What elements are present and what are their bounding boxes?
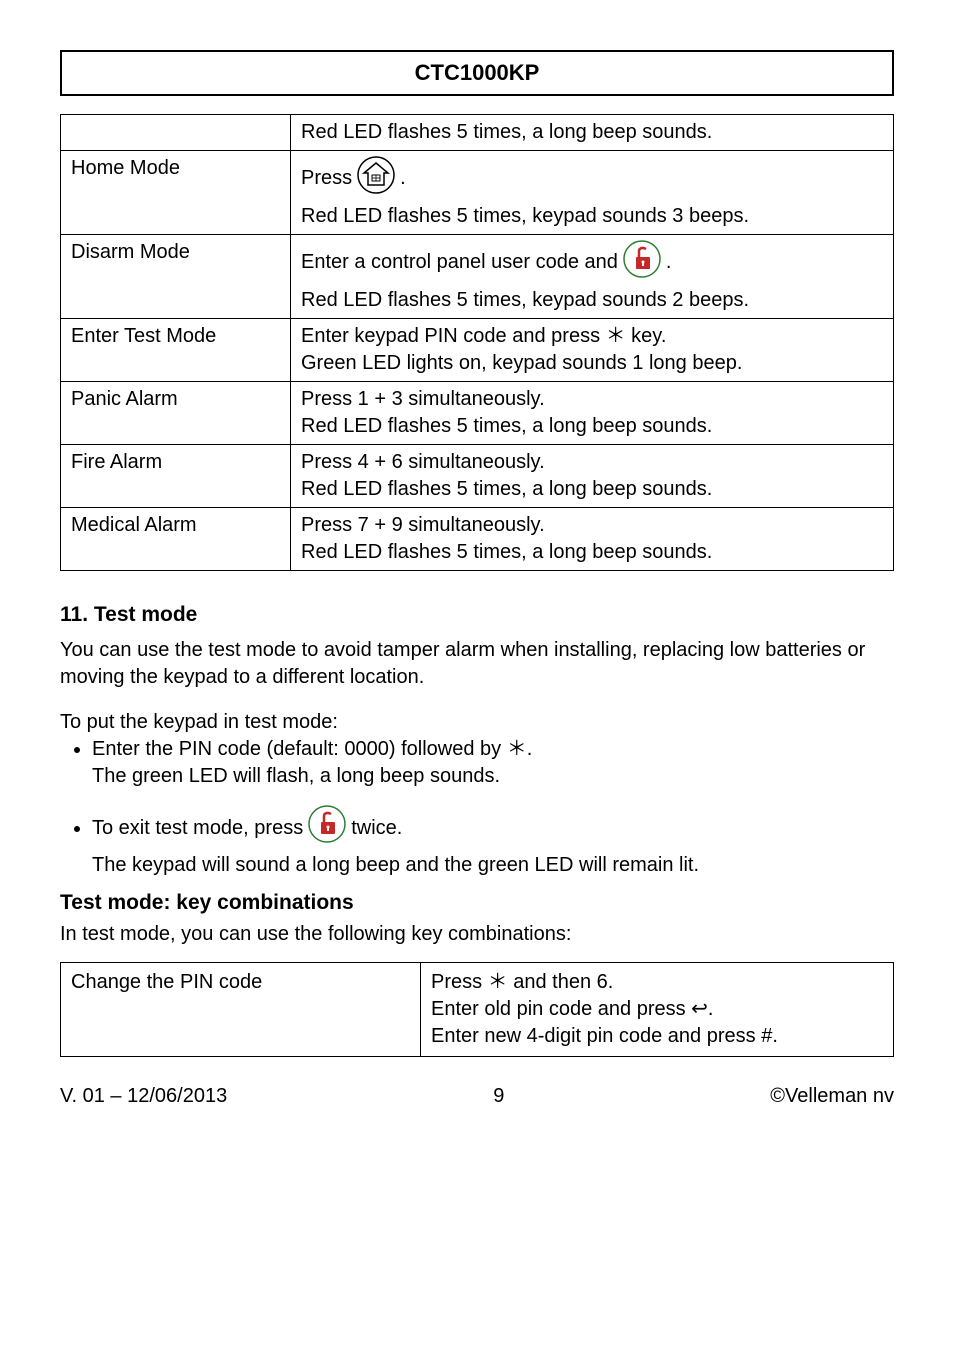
mode-desc-line: Press 4 + 6 simultaneously. bbox=[301, 449, 883, 476]
list-line: The keypad will sound a long beep and th… bbox=[92, 852, 894, 879]
mode-desc-line: Press 1 + 3 simultaneously. bbox=[301, 386, 883, 413]
mode-desc-line: Red LED flashes 5 times, keypad sounds 3… bbox=[301, 203, 883, 230]
press-text: Press bbox=[301, 165, 352, 192]
table-row: Panic Alarm Press 1 + 3 simultaneously. … bbox=[61, 381, 894, 444]
mode-desc-line: Enter keypad PIN code and press ＊ key. bbox=[301, 323, 883, 350]
unlock-icon bbox=[622, 239, 662, 287]
combo-line: Enter new 4-digit pin code and press #. bbox=[431, 1023, 883, 1050]
mode-label: Fire Alarm bbox=[61, 444, 291, 507]
mode-desc-line: Red LED flashes 5 times, a long beep sou… bbox=[301, 539, 883, 566]
mode-label: Panic Alarm bbox=[61, 381, 291, 444]
subsection-intro: In test mode, you can use the following … bbox=[60, 921, 894, 948]
disarm-suffix: . bbox=[666, 249, 672, 276]
list-line: Enter the PIN code (default: 0000) follo… bbox=[92, 736, 894, 763]
section-paragraph: You can use the test mode to avoid tampe… bbox=[60, 637, 894, 691]
mode-desc: Press 1 + 3 simultaneously. Red LED flas… bbox=[291, 381, 894, 444]
mode-desc-line: Press 7 + 9 simultaneously. bbox=[301, 512, 883, 539]
unlock-icon bbox=[307, 804, 347, 852]
combo-line: Press ＊ and then 6. bbox=[431, 969, 883, 996]
cell-desc: Red LED flashes 5 times, a long beep sou… bbox=[291, 114, 894, 150]
table-row: Disarm Mode Enter a control panel user c… bbox=[61, 234, 894, 318]
list-line-suffix: twice. bbox=[351, 815, 402, 842]
mode-label: Home Mode bbox=[61, 150, 291, 234]
mode-label: Medical Alarm bbox=[61, 507, 291, 570]
footer-version: V. 01 – 12/06/2013 bbox=[60, 1083, 227, 1110]
page-footer: V. 01 – 12/06/2013 9 ©Velleman nv bbox=[60, 1083, 894, 1110]
mode-desc: Press . Red LED flashes 5 times, keypad … bbox=[291, 150, 894, 234]
list-item: Enter the PIN code (default: 0000) follo… bbox=[92, 736, 894, 790]
table-row: Medical Alarm Press 7 + 9 simultaneously… bbox=[61, 507, 894, 570]
list-line-prefix: To exit test mode, press bbox=[92, 815, 303, 842]
combinations-table: Change the PIN code Press ＊ and then 6. … bbox=[60, 962, 894, 1057]
footer-page: 9 bbox=[493, 1083, 504, 1110]
table-row: Change the PIN code Press ＊ and then 6. … bbox=[61, 963, 894, 1057]
combo-label: Change the PIN code bbox=[61, 963, 421, 1057]
disarm-text: Enter a control panel user code and bbox=[301, 249, 618, 276]
mode-label: Enter Test Mode bbox=[61, 318, 291, 381]
mode-desc: Press 4 + 6 simultaneously. Red LED flas… bbox=[291, 444, 894, 507]
mode-desc: Press 7 + 9 simultaneously. Red LED flas… bbox=[291, 507, 894, 570]
list-item: To exit test mode, press twice. The keyp… bbox=[92, 804, 894, 879]
list-intro: To put the keypad in test mode: bbox=[60, 709, 894, 736]
subsection-heading: Test mode: key combinations bbox=[60, 889, 894, 917]
mode-desc-line: Red LED flashes 5 times, a long beep sou… bbox=[301, 413, 883, 440]
list-line: The green LED will flash, a long beep so… bbox=[92, 763, 894, 790]
cell-empty bbox=[61, 114, 291, 150]
mode-label: Disarm Mode bbox=[61, 234, 291, 318]
table-row: Red LED flashes 5 times, a long beep sou… bbox=[61, 114, 894, 150]
table-row: Enter Test Mode Enter keypad PIN code an… bbox=[61, 318, 894, 381]
instruction-list: Enter the PIN code (default: 0000) follo… bbox=[60, 736, 894, 879]
table-row: Fire Alarm Press 4 + 6 simultaneously. R… bbox=[61, 444, 894, 507]
combo-desc: Press ＊ and then 6. Enter old pin code a… bbox=[421, 963, 894, 1057]
mode-desc-line: Red LED flashes 5 times, keypad sounds 2… bbox=[301, 287, 883, 314]
section-heading: 11. Test mode bbox=[60, 601, 894, 629]
mode-desc-line: Green LED lights on, keypad sounds 1 lon… bbox=[301, 350, 883, 377]
table-row: Home Mode Press . Red LED flashes 5 time… bbox=[61, 150, 894, 234]
mode-desc: Enter keypad PIN code and press ＊ key. G… bbox=[291, 318, 894, 381]
mode-desc: Enter a control panel user code and . Re… bbox=[291, 234, 894, 318]
press-suffix: . bbox=[400, 165, 406, 192]
document-title: CTC1000KP bbox=[60, 50, 894, 96]
footer-copyright: ©Velleman nv bbox=[770, 1083, 894, 1110]
combo-line: Enter old pin code and press ↩. bbox=[431, 996, 883, 1023]
home-icon bbox=[356, 155, 396, 203]
modes-table: Red LED flashes 5 times, a long beep sou… bbox=[60, 114, 894, 571]
mode-desc-line: Red LED flashes 5 times, a long beep sou… bbox=[301, 476, 883, 503]
